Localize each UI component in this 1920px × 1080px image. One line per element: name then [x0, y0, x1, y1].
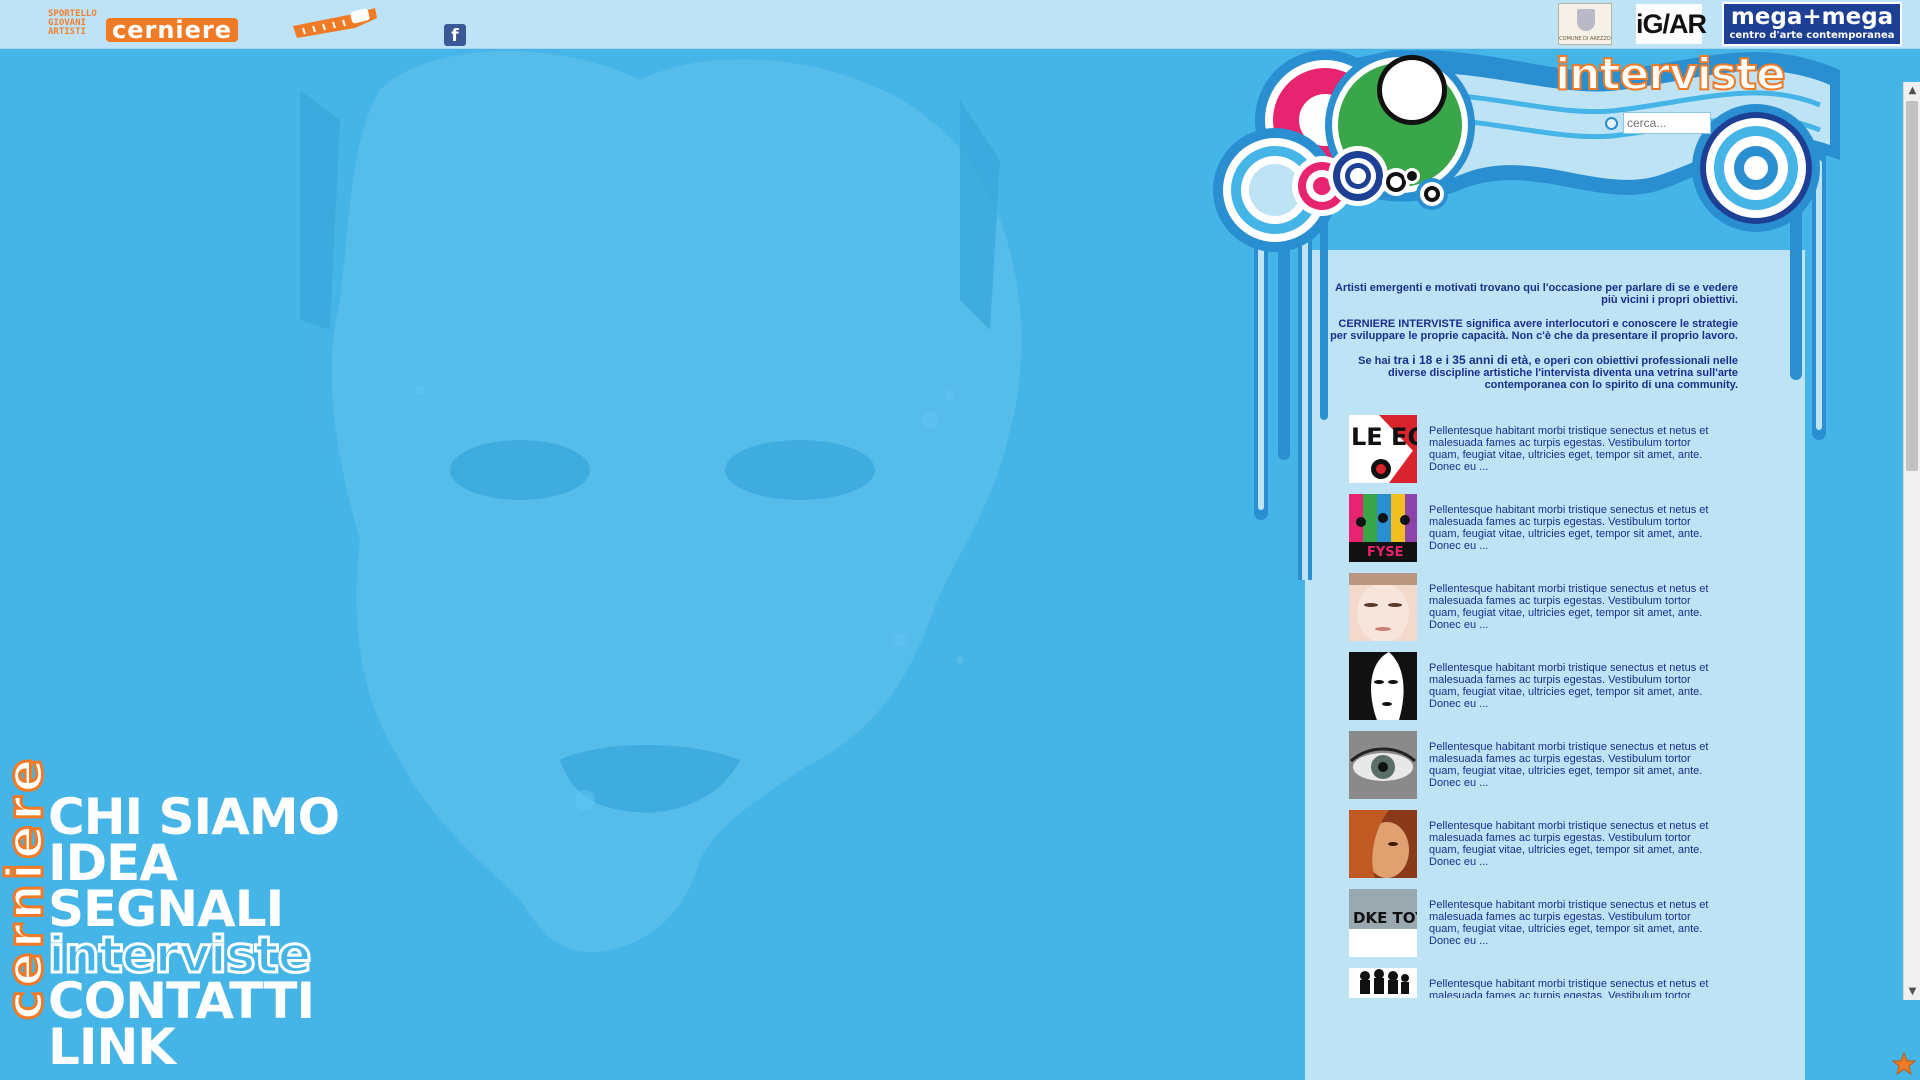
svg-text:FYSE: FYSE — [1367, 545, 1404, 560]
list-item[interactable]: Pellentesque habitant morbi tristique se… — [1349, 968, 1719, 998]
facebook-icon[interactable]: f — [444, 24, 466, 46]
star-icon[interactable] — [1892, 1052, 1916, 1076]
main-nav: CHI SIAMO IDEA SEGNALI interviste CONTAT… — [47, 792, 448, 1072]
interview-excerpt: Pellentesque habitant morbi tristique se… — [1429, 504, 1709, 552]
section-title: interviste — [1554, 49, 1787, 101]
search-icon[interactable] — [1605, 117, 1618, 130]
list-item[interactable]: DKE TOYS Pellentesque habitant morbi tri… — [1349, 889, 1719, 968]
sponsor-mega-title: mega+mega — [1730, 4, 1894, 30]
list-item[interactable]: Pellentesque habitant morbi tristique se… — [1349, 731, 1719, 810]
interview-thumbnail — [1349, 731, 1417, 799]
intro-text: Artisti emergenti e motivati trovano qui… — [1330, 282, 1738, 391]
age-range-highlight: tra i 18 e i 35 anni di età — [1393, 353, 1529, 367]
interview-thumbnail: LE EO — [1349, 415, 1417, 483]
interview-thumbnail — [1349, 652, 1417, 720]
list-item[interactable]: Pellentesque habitant morbi tristique se… — [1349, 573, 1719, 652]
interview-list: LE EO Pellentesque habitant morbi tristi… — [1349, 415, 1719, 998]
nav-item-link[interactable]: LINK — [48, 1022, 448, 1072]
brand-name: cerniere — [106, 18, 239, 42]
sponsor-comune-logo[interactable]: COMUNE DI AREZZO — [1558, 3, 1612, 45]
interview-thumbnail: FYSE — [1349, 494, 1417, 562]
interview-excerpt: Pellentesque habitant morbi tristique se… — [1429, 820, 1709, 868]
list-item[interactable]: Pellentesque habitant morbi tristique se… — [1349, 652, 1719, 731]
search-box — [1605, 111, 1711, 135]
interview-thumbnail: DKE TOYS — [1349, 889, 1417, 957]
scroll-thumb[interactable] — [1906, 101, 1918, 471]
interview-excerpt: Pellentesque habitant morbi tristique se… — [1429, 662, 1709, 710]
scroll-down-icon[interactable]: ▼ — [1904, 983, 1920, 1000]
crest-icon — [1577, 9, 1595, 31]
scroll-up-icon[interactable]: ▲ — [1904, 82, 1920, 99]
brand-tagline: SPORTELLO GIOVANI ARTISTI — [48, 9, 97, 37]
search-input[interactable] — [1623, 112, 1711, 134]
interview-excerpt: Pellentesque habitant morbi tristique se… — [1429, 741, 1709, 789]
interview-thumbnail — [1349, 810, 1417, 878]
interview-excerpt: Pellentesque habitant morbi tristique se… — [1429, 978, 1709, 998]
brand-logo[interactable]: SPORTELLO GIOVANI ARTISTI cerniere — [48, 4, 378, 46]
sponsor-igar-logo[interactable]: iG/AR — [1636, 4, 1707, 44]
interview-excerpt: Pellentesque habitant morbi tristique se… — [1429, 425, 1709, 473]
svg-text:LE EO: LE EO — [1351, 423, 1417, 451]
intro-paragraph-2: CERNIERE INTERVISTE significa avere inte… — [1330, 318, 1738, 342]
page-scrollbar[interactable]: ▲ ▼ — [1903, 82, 1920, 1000]
svg-text:DKE TOYS: DKE TOYS — [1353, 909, 1417, 927]
list-item[interactable]: FYSE Pellentesque habitant morbi tristiq… — [1349, 494, 1719, 573]
intro-paragraph-1: Artisti emergenti e motivati trovano qui… — [1334, 282, 1738, 306]
zipper-icon — [293, 8, 377, 38]
interview-excerpt: Pellentesque habitant morbi tristique se… — [1429, 899, 1709, 947]
list-item[interactable]: Pellentesque habitant morbi tristique se… — [1349, 810, 1719, 889]
interview-excerpt: Pellentesque habitant morbi tristique se… — [1429, 583, 1709, 631]
vertical-brand-logo: cerniere — [0, 754, 56, 1022]
interview-thumbnail — [1349, 573, 1417, 641]
interview-thumbnail — [1349, 968, 1417, 998]
list-item[interactable]: LE EO Pellentesque habitant morbi tristi… — [1349, 415, 1719, 494]
intro-paragraph-3: Se hai tra i 18 e i 35 anni di età, e op… — [1358, 353, 1738, 391]
